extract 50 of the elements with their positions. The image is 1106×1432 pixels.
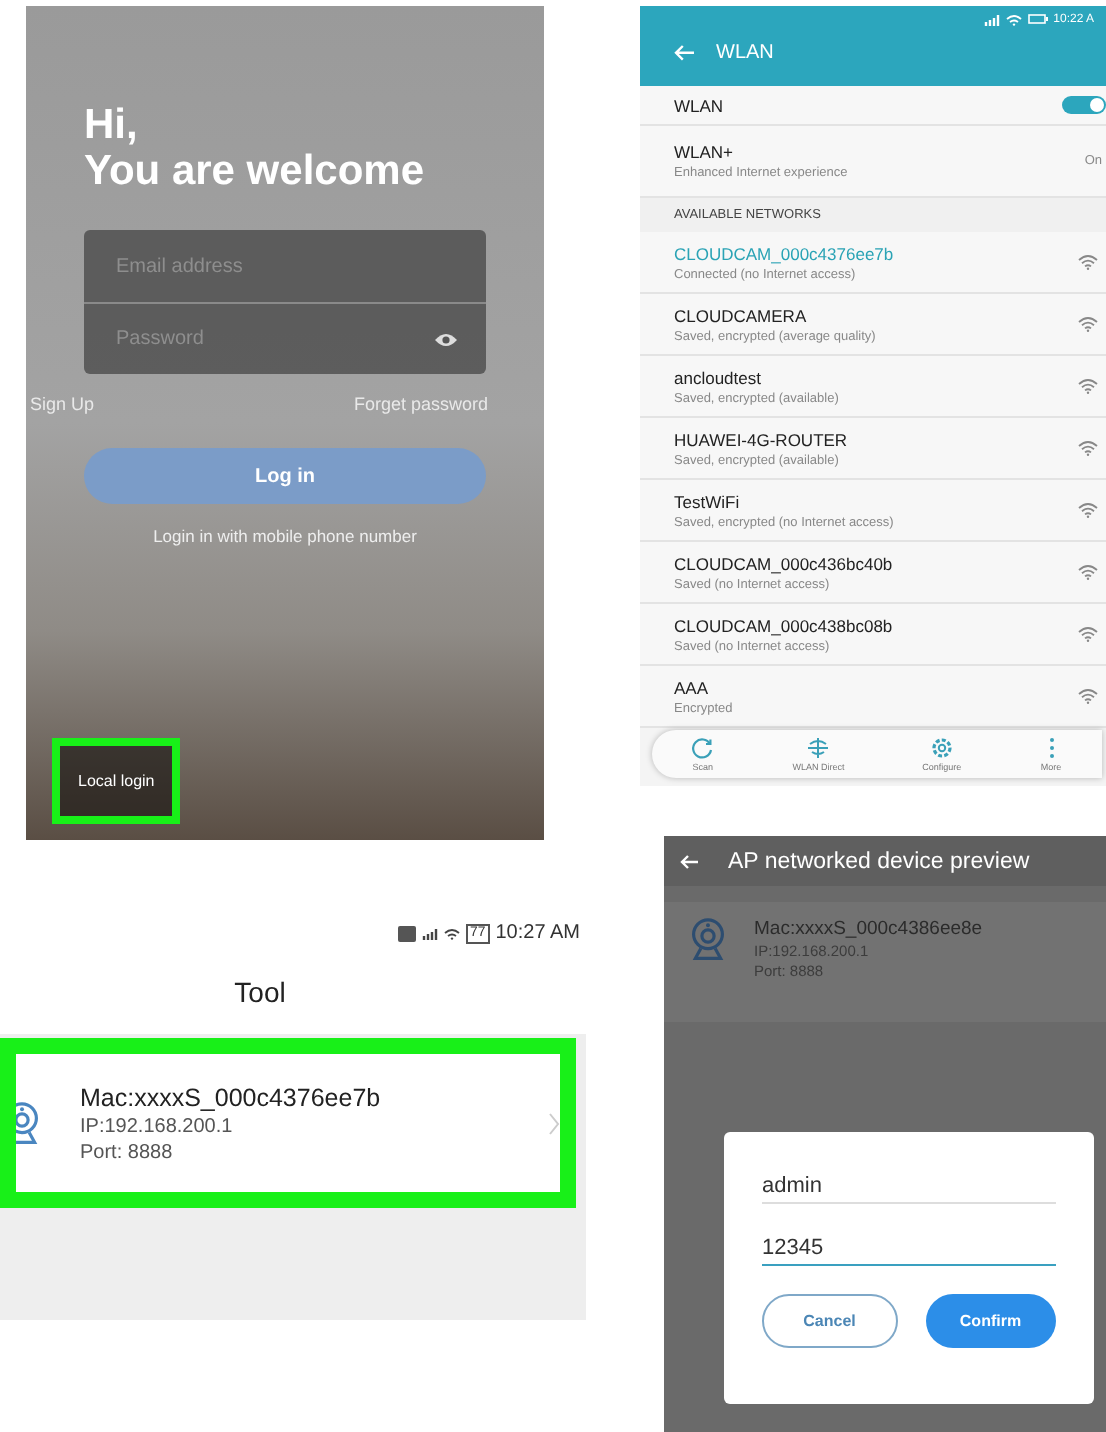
confirm-button[interactable]: Confirm	[925, 1294, 1056, 1348]
wifi-icon	[1078, 254, 1098, 270]
battery-icon	[1027, 14, 1048, 24]
login-button[interactable]: Log in	[84, 448, 486, 504]
device-ip: IP:192.168.200.1	[80, 1115, 235, 1137]
eye-icon[interactable]	[434, 331, 458, 347]
wifi-icon	[1078, 688, 1098, 704]
wifi-icon	[1005, 13, 1022, 25]
back-arrow-icon[interactable]	[680, 853, 700, 869]
signal-icon	[421, 927, 438, 939]
network-name: TestWiFi	[674, 491, 742, 511]
chevron-icon	[548, 1111, 560, 1135]
screen-title: Tool	[232, 976, 288, 1008]
network-name: CLOUDCAM_000c436bc40b	[674, 553, 893, 573]
back-arrow-icon[interactable]	[674, 44, 696, 62]
settings-icon	[929, 736, 954, 760]
network-name: AAA	[674, 677, 711, 697]
network-name: CLOUDCAMERA	[674, 305, 809, 325]
wifi-direct-icon	[806, 736, 831, 760]
wifi-icon	[443, 927, 460, 939]
screen-title: AP networked device preview	[728, 849, 1030, 873]
wifi-icon	[1078, 440, 1098, 456]
device-port: Port: 8888	[80, 1141, 175, 1163]
signal-icon	[983, 13, 1000, 25]
wifi-icon	[1078, 316, 1098, 332]
webcam-icon	[690, 918, 726, 962]
greeting-text: Hi, You are welcome	[84, 102, 427, 194]
username-field[interactable]: admin	[762, 1172, 1056, 1204]
setting-label: WLAN	[674, 95, 724, 115]
network-name: CLOUDCAM_000c438bc08b	[674, 615, 893, 635]
wifi-icon	[1078, 564, 1098, 580]
cancel-button[interactable]: Cancel	[762, 1294, 897, 1348]
device-mac: Mac:xxxxS_000c4376ee7b	[80, 1083, 383, 1111]
password-field[interactable]: 12345	[762, 1234, 1056, 1266]
device-card[interactable]: Mac:xxxxS_000c4376ee7b IP:192.168.200.1 Port: 8888	[0, 1038, 576, 1208]
wifi-icon	[1078, 378, 1098, 394]
toggle-switch[interactable]	[1062, 96, 1106, 114]
phone-login-link[interactable]: Login in with mobile phone number	[84, 526, 486, 546]
webcam-icon	[16, 1101, 40, 1145]
local-login-link[interactable]: Local login	[52, 738, 181, 824]
network-name: CLOUDCAM_000c4376ee7b	[674, 243, 894, 263]
status-time: 10:27 AM	[495, 922, 580, 944]
setting-label: WLAN+	[674, 142, 736, 162]
wifi-icon	[1078, 502, 1098, 518]
network-name: HUAWEI-4G-ROUTER	[674, 429, 848, 449]
screen-title: WLAN	[716, 42, 774, 64]
network-name: ancloudtest	[674, 367, 763, 387]
wifi-icon	[1078, 626, 1098, 642]
device-mac: Mac:xxxxS_000c4386ee8e	[754, 918, 983, 940]
refresh-icon	[690, 736, 715, 760]
